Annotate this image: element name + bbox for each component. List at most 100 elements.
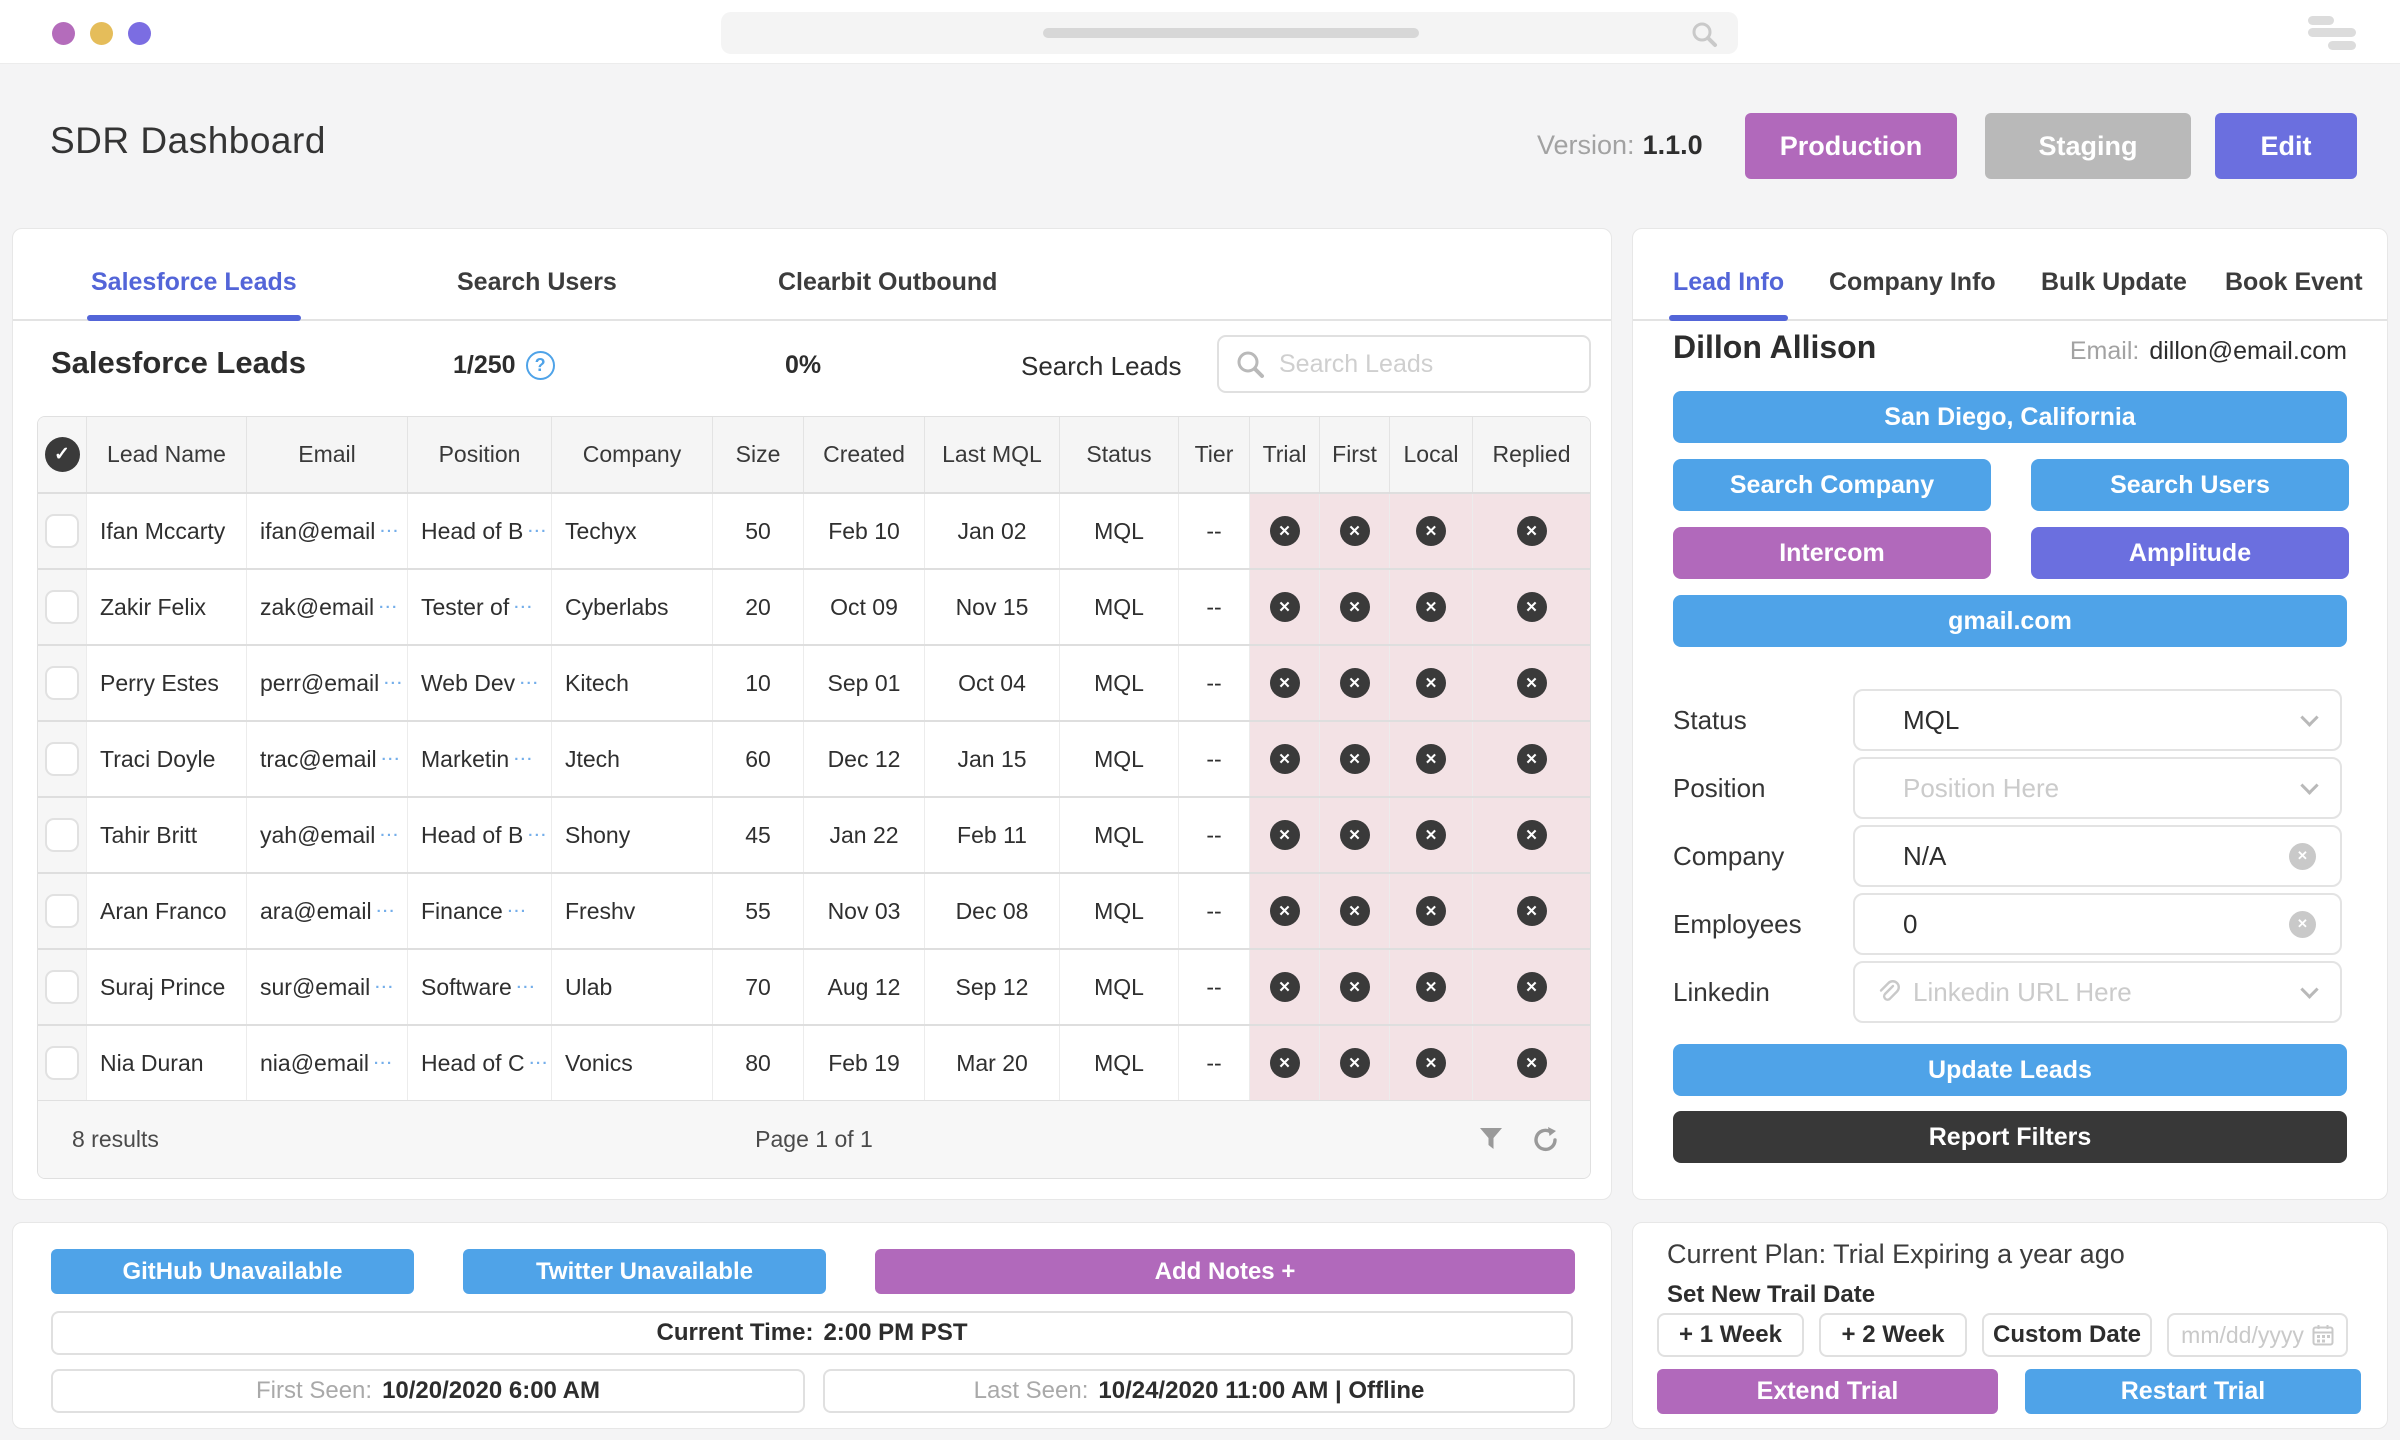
clear-icon[interactable]: ✕ [2289, 843, 2316, 870]
linkedin-input[interactable]: Linkedin URL Here [1853, 961, 2342, 1023]
column-header: Size [713, 417, 804, 492]
row-checkbox[interactable] [45, 742, 79, 776]
local-flag-cell: ✕ [1390, 950, 1473, 1024]
select-all-checkbox[interactable]: ✓ [45, 437, 80, 472]
table-row[interactable]: Perry Estesperr@email···Web Dev···Kitech… [38, 644, 1590, 720]
status-cell: MQL [1060, 798, 1179, 872]
status-select[interactable]: MQL [1853, 689, 2342, 751]
position-cell: Finance··· [408, 874, 552, 948]
github-button[interactable]: GitHub Unavailable [51, 1249, 414, 1294]
local-flag-cell: ✕ [1390, 798, 1473, 872]
last-mql-cell: Mar 20 [925, 1026, 1060, 1100]
date-input[interactable]: mm/dd/yyyy [2167, 1313, 2348, 1357]
row-checkbox[interactable] [45, 970, 79, 1004]
table-row[interactable]: Nia Durannia@email···Head of C···Vonics8… [38, 1024, 1590, 1100]
employees-input[interactable]: 0 ✕ [1853, 893, 2342, 955]
row-checkbox[interactable] [45, 818, 79, 852]
row-checkbox[interactable] [45, 894, 79, 928]
extend-trial-button[interactable]: Extend Trial [1657, 1369, 1998, 1414]
chevron-down-icon[interactable] [2300, 708, 2318, 726]
plus-one-week-button[interactable]: + 1 Week [1657, 1313, 1804, 1357]
replied-flag-cell: ✕ [1473, 874, 1590, 948]
cross-circle-icon: ✕ [1416, 820, 1446, 850]
local-flag-cell: ✕ [1390, 874, 1473, 948]
location-button[interactable]: San Diego, California [1673, 391, 2347, 443]
tab-company-info[interactable]: Company Info [1829, 268, 1996, 319]
search-company-button[interactable]: Search Company [1673, 459, 1991, 511]
row-checkbox[interactable] [45, 514, 79, 548]
table-row[interactable]: Zakir Felixzak@email···Tester of···Cyber… [38, 568, 1590, 644]
trial-flag-cell: ✕ [1250, 950, 1320, 1024]
row-checkbox[interactable] [45, 1046, 79, 1080]
status-cell: MQL [1060, 722, 1179, 796]
custom-date-button[interactable]: Custom Date [1982, 1313, 2152, 1357]
row-checkbox[interactable] [45, 590, 79, 624]
select-all-cell: ✓ [38, 417, 87, 492]
table-row[interactable]: Aran Francoara@email···Finance···Freshv5… [38, 872, 1590, 948]
url-placeholder-bar [1043, 28, 1419, 38]
truncation-dots: ··· [520, 675, 540, 692]
search-users-button[interactable]: Search Users [2031, 459, 2349, 511]
restart-trial-button[interactable]: Restart Trial [2025, 1369, 2361, 1414]
lead-name-cell: Tahir Britt [87, 798, 247, 872]
last-mql-cell: Jan 02 [925, 494, 1060, 568]
row-checkbox[interactable] [45, 666, 79, 700]
report-filters-button[interactable]: Report Filters [1673, 1111, 2347, 1163]
calendar-icon[interactable] [2312, 1324, 2334, 1346]
trial-panel: Current Plan: Trial Expiring a year ago … [1632, 1222, 2388, 1429]
status-value: MQL [1903, 705, 1959, 736]
truncation-dots: ··· [508, 903, 528, 920]
company-input[interactable]: N/A ✕ [1853, 825, 2342, 887]
staging-button[interactable]: Staging [1985, 113, 2191, 179]
help-icon[interactable]: ? [526, 351, 555, 380]
tab-salesforce-leads[interactable]: Salesforce Leads [91, 268, 297, 319]
plus-two-week-button[interactable]: + 2 Week [1819, 1313, 1967, 1357]
tab-search-users[interactable]: Search Users [457, 268, 617, 319]
menu-icon[interactable] [2292, 16, 2378, 52]
linkedin-label: Linkedin [1673, 977, 1770, 1008]
size-cell: 10 [713, 646, 804, 720]
tab-bulk-update[interactable]: Bulk Update [2041, 268, 2187, 319]
table-row[interactable]: Traci Doyletrac@email···Marketin···Jtech… [38, 720, 1590, 796]
browser-search-input[interactable] [721, 12, 1738, 54]
page-indicator: Page 1 of 1 [38, 1126, 1590, 1153]
tab-lead-info[interactable]: Lead Info [1673, 268, 1784, 319]
trial-flag-cell: ✕ [1250, 722, 1320, 796]
search-leads-input[interactable]: Search Leads [1217, 335, 1591, 393]
cross-circle-icon: ✕ [1416, 668, 1446, 698]
truncation-dots: ··· [380, 827, 400, 844]
chevron-down-icon[interactable] [2300, 776, 2318, 794]
cross-circle-icon: ✕ [1340, 1048, 1370, 1078]
local-flag-cell: ✕ [1390, 646, 1473, 720]
truncation-dots: ··· [380, 523, 400, 540]
tab-book-event[interactable]: Book Event [2225, 268, 2363, 319]
column-header: Local [1390, 417, 1473, 492]
truncation-dots: ··· [528, 827, 548, 844]
clear-icon[interactable]: ✕ [2289, 911, 2316, 938]
chevron-down-icon[interactable] [2300, 980, 2318, 998]
table-row[interactable]: Tahir Brittyah@email···Head of B···Shony… [38, 796, 1590, 872]
position-select[interactable]: Position Here [1853, 757, 2342, 819]
table-row[interactable]: Ifan Mccartyifan@email···Head of B···Tec… [38, 492, 1590, 568]
current-plan-value: Trial Expiring a year ago [1833, 1239, 2125, 1269]
add-notes-button[interactable]: Add Notes + [875, 1249, 1575, 1294]
row-select-cell [38, 494, 87, 568]
last-mql-cell: Oct 04 [925, 646, 1060, 720]
filter-icon[interactable] [1478, 1126, 1504, 1152]
update-leads-button[interactable]: Update Leads [1673, 1044, 2347, 1096]
twitter-button[interactable]: Twitter Unavailable [463, 1249, 826, 1294]
last-mql-cell: Sep 12 [925, 950, 1060, 1024]
refresh-icon[interactable] [1532, 1126, 1560, 1154]
intercom-button[interactable]: Intercom [1673, 527, 1991, 579]
domain-button[interactable]: gmail.com [1673, 595, 2347, 647]
last-mql-cell: Dec 08 [925, 874, 1060, 948]
edit-button[interactable]: Edit [2215, 113, 2357, 179]
amplitude-button[interactable]: Amplitude [2031, 527, 2349, 579]
truncation-dots: ··· [517, 979, 537, 996]
production-button[interactable]: Production [1745, 113, 1957, 179]
lead-detail-tabs: Lead Info Company Info Bulk Update Book … [1633, 257, 2387, 321]
table-row[interactable]: Suraj Princesur@email···Software···Ulab7… [38, 948, 1590, 1024]
created-cell: Dec 12 [804, 722, 925, 796]
tab-clearbit-outbound[interactable]: Clearbit Outbound [778, 268, 997, 319]
row-select-cell [38, 950, 87, 1024]
